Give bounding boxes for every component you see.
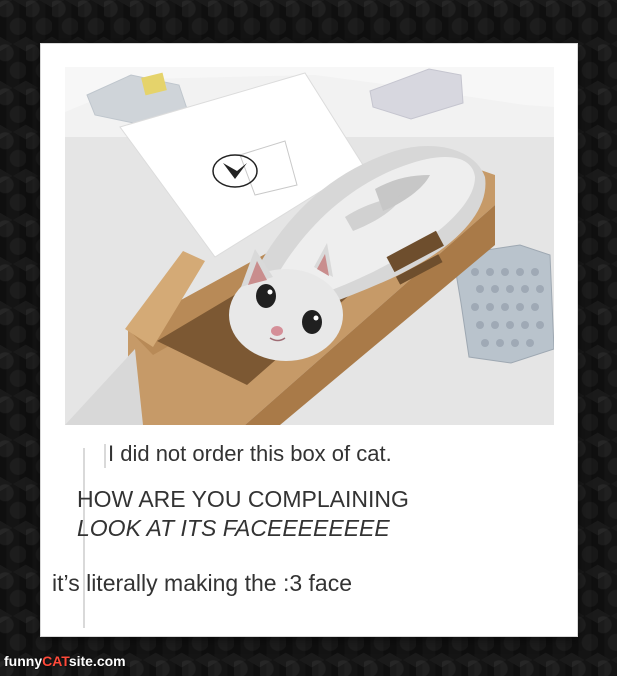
cat-in-box-photo (65, 67, 554, 425)
post-three-text: it’s literally making the :3 face (52, 570, 352, 596)
post-two: HOW ARE YOU COMPLAINING LOOK AT ITS FACE… (77, 485, 409, 543)
post-one-text: I did not order this box of cat. (108, 441, 392, 466)
watermark-highlight: CAT (42, 653, 69, 669)
watermark-prefix: funny (4, 653, 43, 669)
post-two-line-one: HOW ARE YOU COMPLAINING (77, 486, 409, 512)
cat-photo-illustration (65, 67, 554, 425)
post-two-line-two: LOOK AT ITS FACEEEEEEEE (77, 514, 390, 541)
quote-bar (104, 444, 106, 468)
watermark-suffix: site.com (68, 653, 126, 669)
meme-card: I did not order this box of cat. HOW ARE… (40, 43, 578, 637)
site-watermark: funnyCATsite.com (4, 654, 126, 668)
